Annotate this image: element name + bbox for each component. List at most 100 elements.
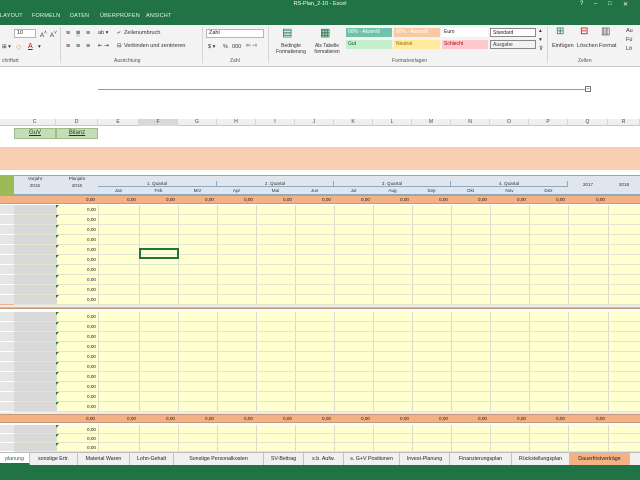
planjahr-value[interactable]: 0,00 bbox=[56, 314, 96, 319]
merge-center-button[interactable]: Verbinden und zentrieren bbox=[124, 43, 185, 49]
format-as-table-icon[interactable]: ▦ bbox=[320, 26, 330, 39]
font-color-dropdown-icon[interactable]: ▾ bbox=[38, 44, 41, 50]
planjahr-value[interactable]: 0,00 bbox=[56, 394, 96, 399]
font-color-icon[interactable]: A bbox=[28, 43, 33, 50]
grow-font-icon[interactable]: A˄ bbox=[40, 30, 47, 39]
planjahr-value[interactable]: 0,00 bbox=[56, 436, 96, 441]
planjahr-value[interactable]: 0,00 bbox=[56, 374, 96, 379]
align-center-icon[interactable]: ≡ bbox=[76, 43, 80, 50]
sheet-tab[interactable]: Finanzierungsplan bbox=[450, 453, 512, 465]
orientation-icon[interactable]: ab ▾ bbox=[98, 30, 108, 36]
planjahr-value[interactable]: 0,00 bbox=[56, 297, 96, 302]
planjahr-value[interactable]: 0,00 bbox=[56, 404, 96, 409]
format-button[interactable]: Format bbox=[599, 43, 616, 49]
decimal-icon[interactable]: ⁰⁰ ⁺⁰ bbox=[246, 44, 257, 50]
planjahr-value[interactable]: 0,00 bbox=[56, 247, 96, 252]
format-as-table-button[interactable]: Als Tabelle formatieren bbox=[308, 43, 346, 55]
align-left-icon[interactable]: ≡ bbox=[66, 43, 70, 50]
style-schlecht[interactable]: Schlecht bbox=[442, 40, 488, 49]
outline-collapse-button[interactable]: – bbox=[585, 86, 591, 92]
column-header-k[interactable]: K bbox=[334, 119, 373, 126]
restore-icon[interactable]: □ bbox=[608, 1, 612, 7]
planjahr-value[interactable]: 0,00 bbox=[56, 354, 96, 359]
column-header-n[interactable]: N bbox=[451, 119, 490, 126]
wrap-text-icon[interactable]: ⤶ bbox=[117, 30, 120, 37]
column-header-f[interactable]: F bbox=[139, 119, 178, 126]
sheet-tab[interactable]: s. G+V Positionen bbox=[344, 453, 400, 465]
column-header-p[interactable]: P bbox=[529, 119, 568, 126]
input-area[interactable] bbox=[56, 425, 640, 452]
planjahr-value[interactable]: 0,00 bbox=[56, 277, 96, 282]
column-header-m[interactable]: M bbox=[412, 119, 451, 126]
tab-formeln[interactable]: FORMELN bbox=[32, 13, 60, 19]
planjahr-value[interactable]: 0,00 bbox=[56, 334, 96, 339]
column-header-d[interactable]: D bbox=[56, 119, 98, 126]
style-euro[interactable]: Euro bbox=[442, 28, 488, 37]
number-format-dropdown[interactable]: Zahl bbox=[206, 29, 264, 38]
planjahr-value[interactable]: 0,00 bbox=[56, 207, 96, 212]
planjahr-value[interactable]: 0,00 bbox=[56, 344, 96, 349]
style-accent6-peach[interactable]: 60% - Akzent6 bbox=[394, 28, 440, 37]
planjahr-value[interactable]: 0,00 bbox=[56, 384, 96, 389]
column-header-r[interactable]: R bbox=[608, 119, 640, 126]
tab-daten[interactable]: DATEN bbox=[70, 13, 89, 19]
column-header-o[interactable]: O bbox=[490, 119, 529, 126]
border-icon[interactable]: ⊞ ▾ bbox=[2, 44, 11, 50]
column-header-q[interactable]: Q bbox=[568, 119, 608, 126]
column-header-h[interactable]: H bbox=[217, 119, 256, 126]
delete-cells-icon[interactable]: ⊟ bbox=[580, 26, 588, 37]
fill-color-icon[interactable]: ◇ bbox=[16, 43, 21, 51]
planjahr-value[interactable]: 0,00 bbox=[56, 217, 96, 222]
insert-cells-icon[interactable]: ⊞ bbox=[556, 26, 564, 37]
merge-icon[interactable]: ⊟ bbox=[117, 43, 122, 49]
column-header-e[interactable]: E bbox=[98, 119, 139, 126]
planjahr-value[interactable]: 0,00 bbox=[56, 364, 96, 369]
align-bottom-icon[interactable]: ≡ bbox=[86, 30, 90, 37]
sheet-tab[interactable]: Material Waren bbox=[78, 453, 130, 465]
sheet-tab[interactable]: SV-Beitrag bbox=[264, 453, 304, 465]
help-icon[interactable]: ? bbox=[580, 1, 583, 7]
clear-button[interactable]: Lö bbox=[626, 46, 632, 52]
currency-icon[interactable]: $ ▾ bbox=[208, 44, 215, 50]
planjahr-value[interactable]: 0,00 bbox=[56, 287, 96, 292]
fill-button[interactable]: Fü bbox=[626, 37, 632, 43]
style-ausgabe[interactable]: Ausgabe bbox=[490, 40, 536, 49]
sheet-tab[interactable]: Dauerfristverträge bbox=[570, 453, 630, 465]
column-header-c[interactable]: C bbox=[14, 119, 56, 126]
delete-button[interactable]: Löschen bbox=[577, 43, 598, 49]
styles-scroll-up-icon[interactable]: ▴ bbox=[539, 28, 542, 34]
font-size-box[interactable]: 10 bbox=[14, 29, 36, 38]
conditional-format-icon[interactable]: ▤ bbox=[282, 26, 292, 39]
tab-ansicht[interactable]: ANSICHT bbox=[146, 13, 172, 19]
align-top-icon[interactable]: ≡ bbox=[66, 30, 70, 37]
sheet-tab[interactable]: sonstige Ertr. bbox=[30, 453, 78, 465]
column-header-j[interactable]: J bbox=[295, 119, 334, 126]
guv-button[interactable]: GuV bbox=[14, 128, 56, 139]
style-standard[interactable]: Standard bbox=[490, 28, 536, 37]
worksheet-grid[interactable]: GuV Bilanz Vorjahr 2015 Planjahr 2016 1. Quart… bbox=[0, 126, 640, 452]
sheet-tab[interactable]: Sonstige Personalkosten bbox=[174, 453, 264, 465]
column-header-l[interactable]: L bbox=[373, 119, 412, 126]
insert-button[interactable]: Einfügen bbox=[552, 43, 574, 49]
thousands-button[interactable]: 000 bbox=[232, 44, 241, 50]
planjahr-value[interactable]: 0,00 bbox=[56, 267, 96, 272]
planjahr-value[interactable]: 0,00 bbox=[56, 227, 96, 232]
bilanz-button[interactable]: Bilanz bbox=[56, 128, 98, 139]
tab-layout[interactable]: LAYOUT bbox=[0, 13, 23, 19]
selected-cell[interactable] bbox=[139, 248, 179, 259]
style-accent6-green[interactable]: 60% - Akzent6 bbox=[346, 28, 392, 37]
planjahr-value[interactable]: 0,00 bbox=[56, 257, 96, 262]
style-neutral[interactable]: Neutral bbox=[394, 40, 440, 49]
column-header-g[interactable]: G bbox=[178, 119, 217, 126]
minimize-icon[interactable]: – bbox=[594, 1, 597, 7]
planjahr-value[interactable]: 0,00 bbox=[56, 324, 96, 329]
indent-icon[interactable]: ⇤ ⇥ bbox=[98, 43, 109, 49]
planjahr-value[interactable]: 0,00 bbox=[56, 445, 96, 450]
shrink-font-icon[interactable]: A˅ bbox=[50, 30, 57, 39]
align-middle-icon[interactable]: ≡ bbox=[76, 30, 81, 37]
close-icon[interactable]: ✕ bbox=[623, 1, 628, 8]
sheet-tab[interactable]: s.b. Aufw. bbox=[304, 453, 344, 465]
align-right-icon[interactable]: ≡ bbox=[86, 43, 90, 50]
styles-more-icon[interactable]: ⊽ bbox=[539, 46, 543, 52]
percent-button[interactable]: % bbox=[223, 44, 228, 50]
